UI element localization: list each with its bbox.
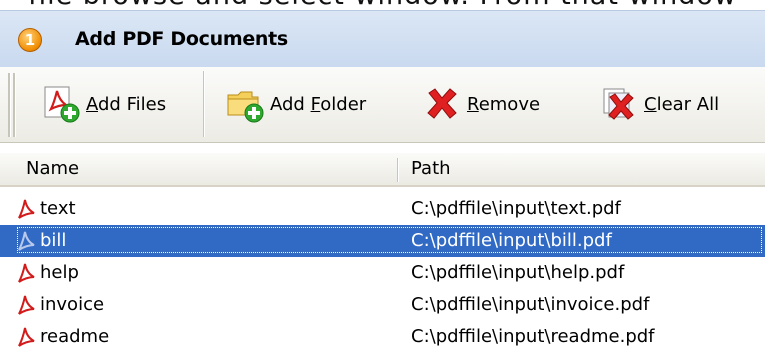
file-path: C:\pdffile\input\help.pdf [411,262,625,283]
file-name: bill [40,230,67,251]
focus-rectangle [17,227,762,253]
pdf-file-icon [18,231,35,251]
add-folder-label: Add Folder [270,93,367,115]
file-name: help [40,262,79,283]
add-folder-icon [227,91,264,123]
add-files-label: Add Files [86,93,167,115]
remove-button[interactable]: Remove [423,83,540,125]
file-row[interactable]: text C:\pdffile\input\text.pdf [0,193,765,225]
file-path: C:\pdffile\input\bill.pdf [411,230,612,251]
pdf-file-icon [18,199,35,219]
file-list[interactable]: Name Path text C:\pdffile\input\text.pdf… [0,145,765,351]
file-name: text [40,198,76,219]
add-files-button[interactable]: Add Files [42,83,166,125]
remove-x-icon [427,88,457,119]
pdf-file-icon [18,295,35,315]
file-row[interactable]: help C:\pdffile\input\help.pdf [0,257,765,289]
clear-all-icon [603,88,634,120]
step-title: Add PDF Documents [75,28,288,50]
step-header: 1 Add PDF Documents [0,10,765,68]
pdf-file-icon [18,263,35,283]
file-list-header: Name Path [0,153,765,187]
file-path: C:\pdffile\input\text.pdf [411,198,621,219]
toolbar-grip[interactable] [8,73,11,137]
step-number-badge: 1 [18,28,42,52]
column-divider[interactable] [397,158,399,182]
page-caption-fragment: file browse and select window. From that… [0,0,765,10]
file-path: C:\pdffile\input\invoice.pdf [411,294,650,315]
toolbar-grip[interactable] [13,73,16,137]
file-name: invoice [40,294,105,315]
file-row-selected[interactable]: bill C:\pdffile\input\bill.pdf [0,225,765,257]
toolbar-separator [203,71,205,137]
add-folder-button[interactable]: Add Folder [226,83,366,125]
file-path: C:\pdffile\input\readme.pdf [411,326,655,347]
file-name: readme [40,326,110,347]
pdf-file-icon [18,327,35,347]
file-row[interactable]: invoice C:\pdffile\input\invoice.pdf [0,289,765,321]
clear-all-label: Clear All [644,93,720,115]
remove-label: Remove [467,93,541,115]
column-header-name[interactable]: Name [26,158,79,179]
file-row[interactable]: readme C:\pdffile\input\readme.pdf [0,321,765,353]
toolbar: Add Files Add Folder Remove Clear All [0,67,765,143]
column-header-path[interactable]: Path [411,158,451,179]
add-pdf-file-icon [44,86,80,123]
clear-all-button[interactable]: Clear All [600,83,719,125]
